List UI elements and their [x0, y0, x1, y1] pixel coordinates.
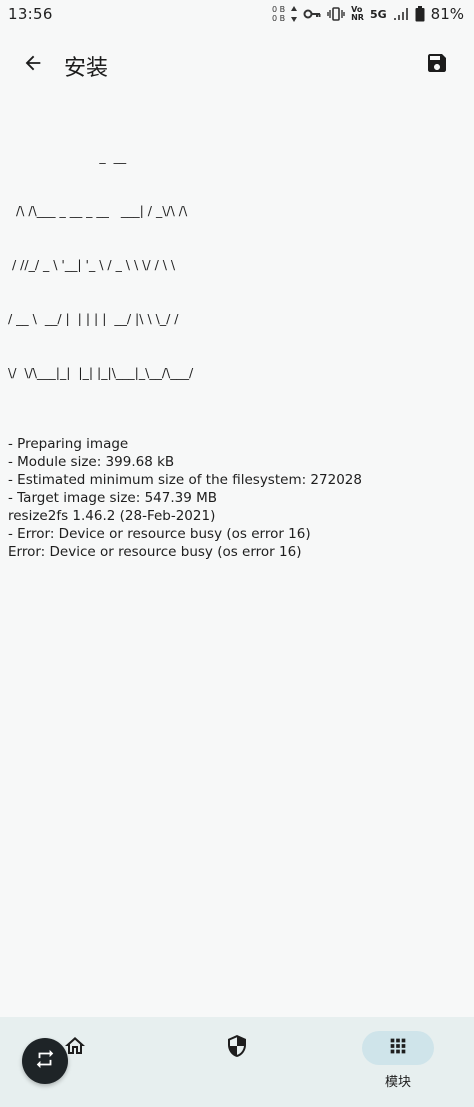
- log-line: - Target image size: 547.39 MB: [8, 490, 218, 506]
- reboot-fab[interactable]: [22, 1038, 68, 1084]
- network-type: 5G: [369, 7, 387, 21]
- net-down-text: 0 B: [271, 14, 286, 23]
- shield-icon: [225, 1034, 249, 1062]
- ascii-line: / //_/ _ \ '__| '_ \ / _ \ \ \/ / \ \: [8, 257, 176, 272]
- log-line: - Module size: 399.68 kB: [8, 454, 175, 470]
- log-line: resize2fs 1.46.2 (28-Feb-2021): [8, 508, 216, 524]
- network-speed: 0 B 0 B: [272, 5, 285, 23]
- key-icon: [303, 7, 321, 21]
- status-time: 13:56: [8, 5, 53, 23]
- log-line: - Preparing image: [8, 436, 129, 452]
- ascii-line: /\ /\___ _ __ _ __ ___| / _\/\ /\: [8, 203, 188, 218]
- repeat-icon: [34, 1048, 56, 1074]
- kernelsu-ascii-logo: _ __ /\ /\___ _ __ _ __ ___| / _\/\ /\ /…: [8, 112, 468, 418]
- nav-item-modules[interactable]: 模块: [343, 1031, 453, 1095]
- wifi-calling-icon: Vo NR: [351, 6, 364, 22]
- nav-pill-modules: [362, 1031, 434, 1065]
- save-icon: [425, 51, 449, 79]
- ascii-line: / __ \ __/ | | | | | __/ |\ \ \_/ /: [8, 311, 179, 326]
- status-bar: 13:56 0 B 0 B Vo NR 5G 81%: [0, 0, 474, 28]
- battery-percent: 81%: [430, 5, 464, 23]
- log-line: - Estimated minimum size of the filesyst…: [8, 472, 362, 488]
- app-bar: 安装: [0, 36, 474, 94]
- install-log: _ __ /\ /\___ _ __ _ __ ___| / _\/\ /\ /…: [8, 112, 468, 561]
- ascii-line: \/ \/\___|_| |_| |_|\___|_\__/\___/: [8, 365, 194, 380]
- page-title: 安装: [64, 56, 109, 81]
- arrow-back-icon: [22, 52, 44, 78]
- back-button[interactable]: [14, 46, 52, 84]
- bottom-navigation: 模块: [0, 1017, 474, 1107]
- net-up-text: 0 B: [271, 5, 286, 14]
- log-line: Error: Device or resource busy (os error…: [8, 544, 302, 560]
- apps-grid-icon: [387, 1035, 409, 1061]
- nr-label: NR: [351, 13, 364, 22]
- vibrate-icon: [327, 6, 345, 22]
- battery-icon: [415, 6, 425, 22]
- nav-pill-superuser: [201, 1031, 273, 1065]
- net-arrows-icon: [291, 5, 298, 23]
- nav-item-superuser[interactable]: [182, 1031, 292, 1095]
- save-button[interactable]: [418, 46, 456, 84]
- ascii-line: _ __: [8, 149, 127, 164]
- log-line: - Error: Device or resource busy (os err…: [8, 526, 311, 542]
- nav-label-modules: 模块: [384, 1075, 411, 1090]
- status-icons: 0 B 0 B Vo NR 5G 81%: [272, 0, 464, 28]
- signal-icon: [393, 7, 409, 21]
